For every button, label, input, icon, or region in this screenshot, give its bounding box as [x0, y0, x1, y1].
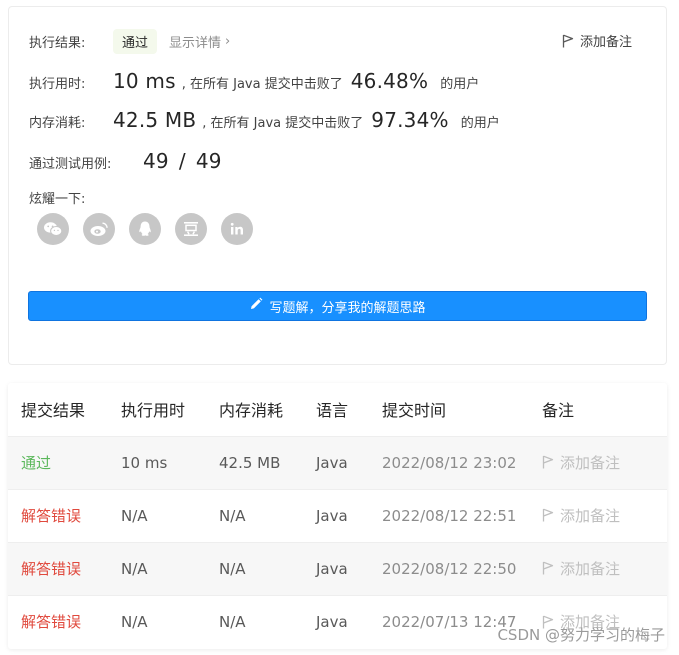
row-result-link[interactable]: 通过 [8, 435, 108, 489]
tests-total: 49 [195, 149, 222, 173]
tests-passed: 49 [143, 149, 169, 173]
header-memory: 内存消耗 [219, 401, 284, 421]
row-runtime: N/A [108, 594, 206, 648]
row-memory: 42.5 MB [206, 435, 303, 489]
header-result: 提交结果 [21, 401, 86, 421]
row-add-note-button[interactable]: 添加备注 [529, 488, 667, 542]
status-badge: 通过 [113, 29, 158, 54]
show-details-label: 显示详情 [169, 36, 222, 51]
tests-separator: / [178, 149, 186, 173]
table-row: 解答错误 N/A N/A Java 2022/08/12 22:50 添加备注 [8, 541, 667, 595]
runtime-row: 执行用时: 10 ms , 在所有 Java 提交中击败了 46.48% 的用户 [29, 69, 479, 93]
row-language: Java [303, 435, 369, 489]
table-row: 解答错误 N/A N/A Java 2022/08/12 22:51 添加备注 [8, 488, 667, 542]
memory-label: 内存消耗: [29, 116, 86, 131]
submission-result-card: 执行结果: 通过 显示详情 › 添加备注 执行用时: 10 ms , 在所有 J… [8, 6, 667, 365]
share-row: 炫耀一下: [29, 188, 113, 207]
row-memory: N/A [206, 541, 303, 595]
row-memory: N/A [206, 594, 303, 648]
chevron-right-icon: › [225, 34, 231, 49]
row-runtime: N/A [108, 541, 206, 595]
row-add-note-button[interactable]: 添加备注 [529, 435, 667, 489]
runtime-label: 执行用时: [29, 77, 86, 92]
row-time: 2022/08/12 22:50 [369, 541, 529, 595]
memory-value: 42.5 MB [113, 108, 197, 132]
tests-row: 通过测试用例: 49 / 49 [29, 149, 222, 173]
row-language: Java [303, 594, 369, 648]
watermark: CSDN @努力学习的梅子 [497, 626, 665, 644]
runtime-value: 10 ms [113, 69, 176, 93]
flag-icon [542, 561, 554, 575]
row-memory: N/A [206, 488, 303, 542]
qq-icon[interactable] [129, 213, 161, 245]
header-language: 语言 [316, 401, 349, 421]
row-language: Java [303, 488, 369, 542]
row-language: Java [303, 541, 369, 595]
tests-label: 通过测试用例: [29, 157, 112, 172]
linkedin-icon[interactable] [221, 213, 253, 245]
pencil-icon [249, 297, 263, 315]
row-note-label: 添加备注 [560, 559, 621, 578]
memory-beat-text: , 在所有 Java 提交中击败了 [202, 116, 364, 131]
memory-suffix: 的用户 [460, 116, 500, 131]
header-note: 备注 [542, 401, 575, 421]
row-result-link[interactable]: 解答错误 [8, 594, 108, 648]
memory-percent: 97.34% [371, 108, 449, 132]
flag-icon [542, 455, 554, 469]
douban-icon[interactable] [175, 213, 207, 245]
row-result-link[interactable]: 解答错误 [8, 488, 108, 542]
wechat-icon[interactable] [37, 213, 69, 245]
submissions-table: 提交结果 执行用时 内存消耗 语言 提交时间 备注 通过 10 ms 42.5 … [8, 383, 667, 649]
table-row: 通过 10 ms 42.5 MB Java 2022/08/12 23:02 添… [8, 435, 667, 489]
table-header-row: 提交结果 执行用时 内存消耗 语言 提交时间 备注 [8, 383, 667, 436]
row-note-label: 添加备注 [560, 453, 621, 472]
flag-icon [542, 508, 554, 522]
header-time: 提交时间 [382, 401, 447, 421]
result-label: 执行结果: [29, 36, 86, 51]
runtime-suffix: 的用户 [440, 77, 480, 92]
share-buttons [37, 213, 253, 245]
runtime-beat-text: , 在所有 Java 提交中击败了 [181, 77, 343, 92]
show-details-link[interactable]: 显示详情 › [169, 32, 230, 51]
result-row: 执行结果: 通过 显示详情 › [29, 29, 230, 54]
row-runtime: 10 ms [108, 435, 206, 489]
share-label: 炫耀一下: [29, 192, 86, 207]
runtime-percent: 46.48% [350, 69, 429, 93]
row-add-note-button[interactable]: 添加备注 [529, 541, 667, 595]
add-note-label: 添加备注 [579, 35, 632, 50]
row-note-label: 添加备注 [560, 506, 621, 525]
flag-icon [562, 34, 574, 47]
row-result-link[interactable]: 解答错误 [8, 541, 108, 595]
weibo-icon[interactable] [83, 213, 115, 245]
write-solution-button[interactable]: 写题解，分享我的解题思路 [28, 291, 647, 321]
memory-row: 内存消耗: 42.5 MB , 在所有 Java 提交中击败了 97.34% 的… [29, 108, 500, 132]
row-time: 2022/08/12 23:02 [369, 435, 529, 489]
row-runtime: N/A [108, 488, 206, 542]
add-note-button[interactable]: 添加备注 [562, 31, 632, 50]
header-runtime: 执行用时 [121, 401, 186, 421]
row-time: 2022/08/12 22:51 [369, 488, 529, 542]
write-solution-label: 写题解，分享我的解题思路 [269, 300, 426, 316]
